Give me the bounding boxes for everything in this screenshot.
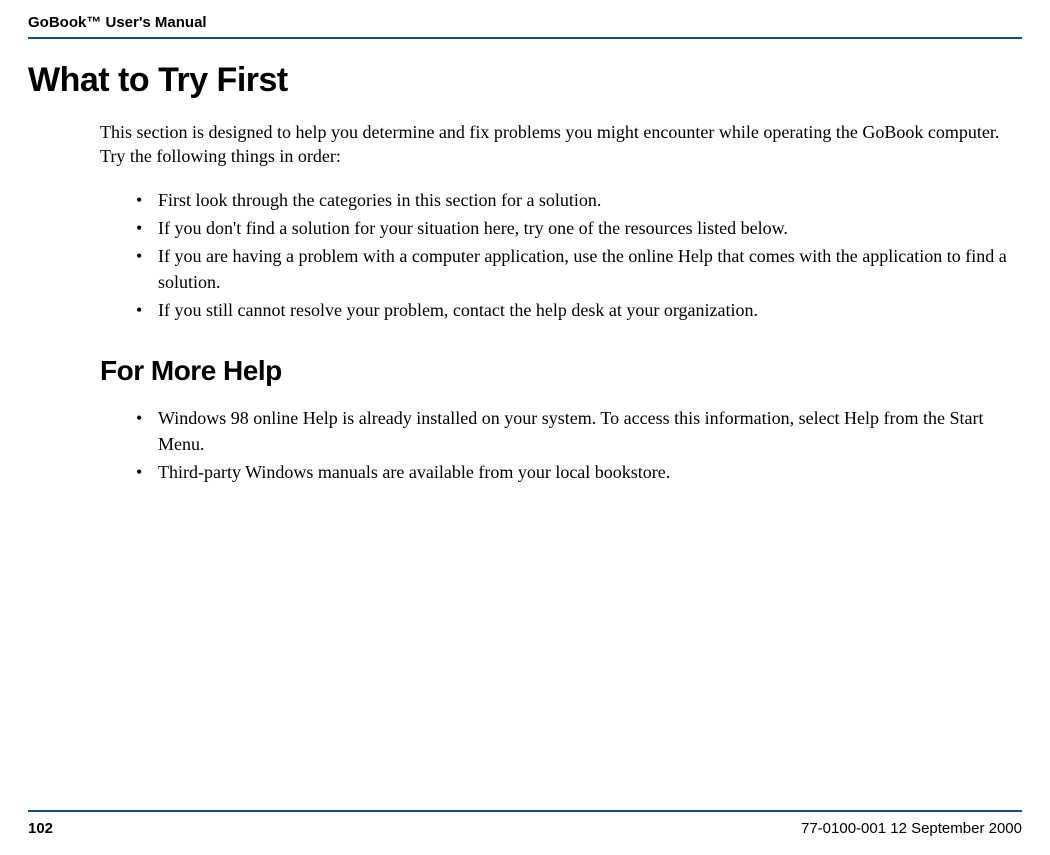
header-title: GoBook™ User's Manual xyxy=(28,14,1022,39)
list-item: If you are having a problem with a compu… xyxy=(136,243,1014,295)
list-item: If you still cannot resolve your problem… xyxy=(136,297,1014,323)
intro-paragraph: This section is designed to help you det… xyxy=(100,120,1014,169)
list-item: Third-party Windows manuals are availabl… xyxy=(136,459,1014,485)
bullet-list-more-help: Windows 98 online Help is already instal… xyxy=(100,405,1014,485)
page-number: 102 xyxy=(28,820,53,837)
footer: 102 77-0100-001 12 September 2000 xyxy=(28,810,1022,837)
list-item: First look through the categories in thi… xyxy=(136,187,1014,213)
content-section: This section is designed to help you det… xyxy=(28,120,1022,485)
doc-meta: 77-0100-001 12 September 2000 xyxy=(801,820,1022,837)
list-item: Windows 98 online Help is already instal… xyxy=(136,405,1014,457)
list-item: If you don't find a solution for your si… xyxy=(136,215,1014,241)
page-title: What to Try First xyxy=(28,61,1022,100)
bullet-list-try-first: First look through the categories in thi… xyxy=(100,187,1014,323)
subheading-more-help: For More Help xyxy=(100,355,1014,387)
